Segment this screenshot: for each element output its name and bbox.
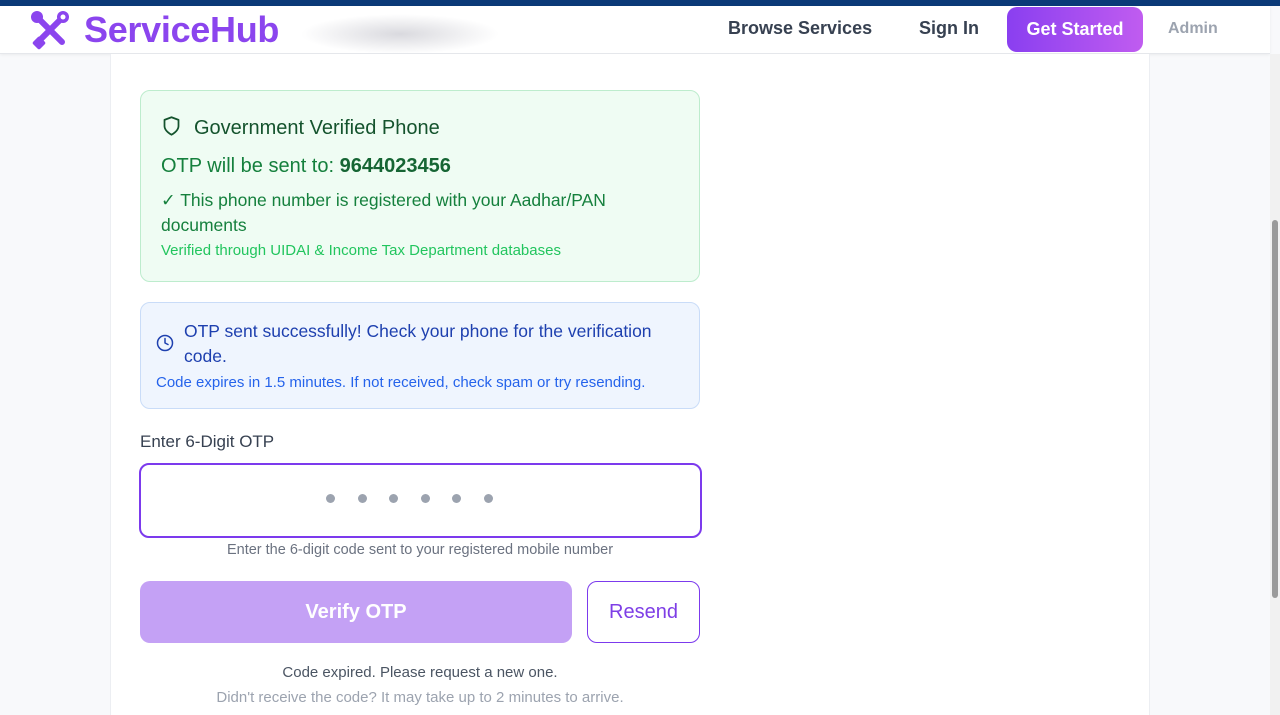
nav-admin[interactable]: Admin: [1168, 20, 1218, 38]
clock-icon: [156, 334, 174, 357]
verified-through-note: Verified through UIDAI & Income Tax Depa…: [161, 242, 561, 259]
resend-button[interactable]: Resend: [587, 581, 700, 643]
header-shadow-blur: [300, 14, 500, 54]
nav-browse-services[interactable]: Browse Services: [728, 18, 872, 39]
verify-otp-button[interactable]: Verify OTP: [140, 581, 572, 643]
otp-sent-message: OTP sent successfully! Check your phone …: [184, 321, 652, 366]
otp-dot: [357, 494, 367, 503]
shield-icon: [161, 115, 182, 142]
otp-sent-to: OTP will be sent to: 9644023456: [161, 155, 451, 178]
otp-dot: [326, 494, 335, 503]
scrollbar-thumb[interactable]: [1272, 220, 1278, 598]
otp-placeholder-dots: [326, 494, 515, 503]
verified-title-row: Government Verified Phone: [161, 115, 440, 142]
phone-number: 9644023456: [339, 155, 451, 177]
otp-sent-info-card: OTP sent successfully! Check your phone …: [140, 302, 700, 409]
otp-dot: [420, 494, 430, 503]
otp-dot: [483, 494, 493, 503]
didnt-receive-note: Didn't receive the code? It may take up …: [216, 689, 624, 706]
code-expired-message: Code expired. Please request a new one.: [282, 664, 558, 681]
verified-title: Government Verified Phone: [194, 117, 440, 139]
otp-dot: [389, 494, 398, 503]
brand-name: ServiceHub: [84, 9, 280, 50]
navbar: ServiceHub Browse Services Sign In Get S…: [0, 6, 1270, 54]
otp-expiry-note: Code expires in 1.5 minutes. If not rece…: [156, 374, 646, 391]
get-started-button[interactable]: Get Started: [1007, 7, 1143, 52]
nav-sign-in[interactable]: Sign In: [919, 18, 979, 39]
brand-logo[interactable]: ServiceHub: [30, 9, 280, 50]
otp-field-label: Enter 6-Digit OTP: [140, 432, 275, 451]
otp-dot: [452, 494, 461, 503]
registered-notice: ✓ This phone number is registered with y…: [161, 190, 606, 235]
government-verified-card: Government Verified Phone OTP will be se…: [140, 90, 700, 282]
otp-hint: Enter the 6-digit code sent to your regi…: [226, 542, 614, 558]
otp-sent-to-label: OTP will be sent to:: [161, 155, 340, 177]
tools-icon: [30, 10, 70, 50]
